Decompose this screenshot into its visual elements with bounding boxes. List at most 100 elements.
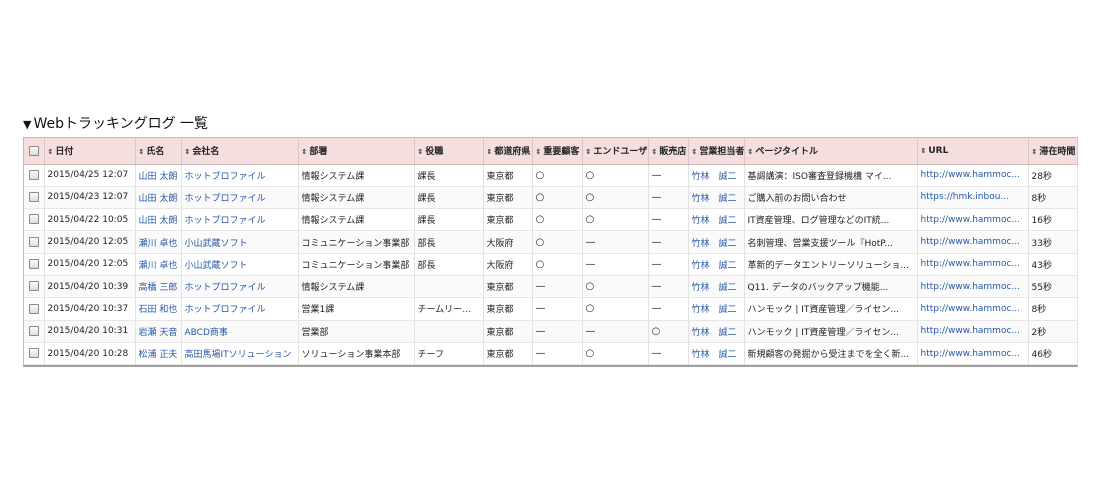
sort-icon: ⇕ xyxy=(920,146,927,155)
column-header-end-user[interactable]: ⇕ エンドユーザ xyxy=(582,138,649,165)
cell-company-link[interactable]: ホットプロファイル xyxy=(181,208,299,232)
row-checkbox[interactable] xyxy=(28,236,39,247)
cell-name-link[interactable]: 瀬川 卓也 xyxy=(135,230,182,254)
cell-page-title: 革新的データエントリーソリューショ... xyxy=(744,253,918,276)
cell-sales-rep-link[interactable]: 竹林 誠二 xyxy=(688,164,745,187)
cell-company-link[interactable]: ABCD商事 xyxy=(181,320,299,343)
cell-url-link[interactable]: http://www.hammoc... xyxy=(917,275,1029,299)
cell-sales-rep-link[interactable]: 竹林 誠二 xyxy=(688,275,745,299)
row-select-cell xyxy=(24,208,45,232)
table-row: 2015/04/20 10:28 松浦 正夫 高田馬場ITソリューション ソリュ… xyxy=(24,342,1078,366)
cell-dealer: — xyxy=(648,275,689,299)
cell-url-link[interactable]: http://www.hammoc... xyxy=(917,320,1029,343)
cell-dealer: — xyxy=(648,164,689,187)
cell-company-link[interactable]: 高田馬場ITソリューション xyxy=(181,342,299,366)
cell-sales-rep-link[interactable]: 竹林 誠二 xyxy=(688,320,745,343)
cell-stay-time: 55秒 xyxy=(1028,275,1078,299)
cell-important-client: — xyxy=(532,297,583,321)
cell-name-link[interactable]: 岩瀬 天音 xyxy=(135,320,182,343)
cell-end-user: — xyxy=(582,253,649,276)
cell-name-link[interactable]: 山田 太朗 xyxy=(135,186,182,210)
cell-sales-rep-link[interactable]: 竹林 誠二 xyxy=(688,342,745,366)
cell-department: 情報システム課 xyxy=(298,208,415,232)
cell-dealer: — xyxy=(648,342,689,366)
cell-page-title: 基調講演：ISO審査登録機構 マイ... xyxy=(744,164,918,187)
cell-company-link[interactable]: ホットプロファイル xyxy=(181,275,299,299)
table-row: 2015/04/20 10:31 岩瀬 天音 ABCD商事 営業部 東京都 — … xyxy=(24,320,1078,343)
collapse-triangle-icon[interactable]: ▼ xyxy=(23,118,31,131)
cell-url-link[interactable]: http://www.hammoc... xyxy=(917,342,1029,366)
cell-sales-rep-link[interactable]: 竹林 誠二 xyxy=(688,230,745,254)
table-row: 2015/04/22 10:05 山田 太朗 ホットプロファイル 情報システム課… xyxy=(24,208,1078,232)
cell-url-link[interactable]: http://www.hammoc... xyxy=(917,164,1029,187)
cell-company-link[interactable]: ホットプロファイル xyxy=(181,164,299,187)
row-select-cell xyxy=(24,342,45,366)
cell-name-link[interactable]: 石田 和也 xyxy=(135,297,182,321)
cell-url-link[interactable]: http://www.hammoc... xyxy=(917,253,1029,276)
select-all-checkbox[interactable] xyxy=(28,145,39,156)
column-header-dealer[interactable]: ⇕ 販売店 xyxy=(648,138,689,165)
row-checkbox[interactable] xyxy=(28,169,39,180)
cell-url-link[interactable]: http://www.hammoc... xyxy=(917,230,1029,254)
cell-prefecture: 東京都 xyxy=(483,297,533,321)
cell-page-title: 新規顧客の発掘から受注までを全く新... xyxy=(744,342,918,366)
column-header-company[interactable]: ⇕ 会社名 xyxy=(181,138,299,165)
cell-position: 課長 xyxy=(414,164,484,187)
column-header-date[interactable]: ⇕ 日付 xyxy=(44,138,136,165)
sort-icon: ⇕ xyxy=(1031,148,1038,157)
cell-name-link[interactable]: 山田 太朗 xyxy=(135,208,182,232)
row-select-cell xyxy=(24,186,45,210)
row-checkbox[interactable] xyxy=(28,303,39,314)
cell-date: 2015/04/25 12:07 xyxy=(44,164,136,187)
cell-position: チーフ xyxy=(414,342,484,366)
column-header-page-title[interactable]: ⇕ ページタイトル xyxy=(744,138,918,165)
column-header-name[interactable]: ⇕ 氏名 xyxy=(135,138,182,165)
cell-sales-rep-link[interactable]: 竹林 誠二 xyxy=(688,253,745,276)
cell-name-link[interactable]: 瀬川 卓也 xyxy=(135,253,182,276)
cell-important-client: ○ xyxy=(532,186,583,210)
column-header-stay-time[interactable]: ⇕ 滞在時間 xyxy=(1028,138,1078,165)
cell-sales-rep-link[interactable]: 竹林 誠二 xyxy=(688,186,745,210)
cell-dealer: — xyxy=(648,208,689,232)
column-header-department[interactable]: ⇕ 部署 xyxy=(298,138,415,165)
cell-stay-time: 16秒 xyxy=(1028,208,1078,232)
row-checkbox[interactable] xyxy=(28,348,39,359)
cell-important-client: — xyxy=(532,320,583,343)
cell-sales-rep-link[interactable]: 竹林 誠二 xyxy=(688,208,745,232)
row-checkbox[interactable] xyxy=(28,259,39,270)
column-header-url[interactable]: ⇕ URL xyxy=(917,138,1029,165)
cell-important-client: ○ xyxy=(532,208,583,232)
sort-icon: ⇕ xyxy=(486,148,493,157)
cell-url-link[interactable]: http://www.hammoc... xyxy=(917,208,1029,232)
cell-date: 2015/04/23 12:07 xyxy=(44,186,136,210)
cell-important-client: — xyxy=(532,275,583,299)
row-checkbox[interactable] xyxy=(28,214,39,225)
row-select-cell xyxy=(24,164,45,187)
cell-company-link[interactable]: 小山武蔵ソフト xyxy=(181,253,299,276)
cell-prefecture: 大阪府 xyxy=(483,253,533,276)
cell-stay-time: 8秒 xyxy=(1028,186,1078,210)
column-header-position[interactable]: ⇕ 役職 xyxy=(414,138,484,165)
cell-stay-time: 28秒 xyxy=(1028,164,1078,187)
cell-name-link[interactable]: 松浦 正夫 xyxy=(135,342,182,366)
cell-name-link[interactable]: 山田 太朗 xyxy=(135,164,182,187)
column-header-prefecture[interactable]: ⇕ 都道府県 xyxy=(483,138,533,165)
column-header-important-client[interactable]: ⇕ 重要顧客 xyxy=(532,138,583,165)
cell-name-link[interactable]: 高橋 三郎 xyxy=(135,275,182,299)
cell-url-link[interactable]: https://hmk.inbou... xyxy=(917,186,1029,210)
cell-company-link[interactable]: ホットプロファイル xyxy=(181,186,299,210)
cell-stay-time: 33秒 xyxy=(1028,230,1078,254)
cell-dealer: — xyxy=(648,297,689,321)
row-checkbox[interactable] xyxy=(28,281,39,292)
cell-company-link[interactable]: 小山武蔵ソフト xyxy=(181,230,299,254)
column-header-sales-rep[interactable]: ⇕ 営業担当者 xyxy=(688,138,745,165)
cell-date: 2015/04/22 10:05 xyxy=(44,208,136,232)
cell-company-link[interactable]: ホットプロファイル xyxy=(181,297,299,321)
cell-url-link[interactable]: http://www.hammoc... xyxy=(917,297,1029,321)
row-checkbox[interactable] xyxy=(28,325,39,336)
sort-icon: ⇕ xyxy=(184,148,191,157)
cell-sales-rep-link[interactable]: 竹林 誠二 xyxy=(688,297,745,321)
row-checkbox[interactable] xyxy=(28,192,39,203)
tracking-log-table-container: ⇕ 日付 ⇕ 氏名 ⇕ 会社名 ⇕ 部署 ⇕ 役職 ⇕ 都道府県 ⇕ 重要顧客 ⇕ エンドユーザ… xyxy=(23,137,1078,368)
cell-prefecture: 東京都 xyxy=(483,320,533,343)
